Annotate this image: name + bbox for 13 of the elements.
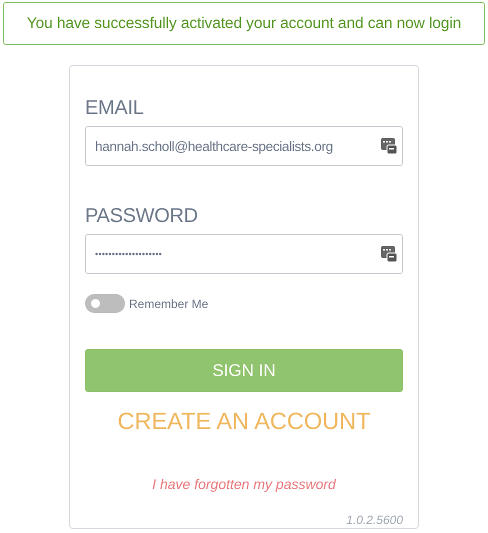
success-alert: You have successfully activated your account and can now login [3,2,485,45]
remember-label: Remember Me [129,296,208,312]
remember-toggle[interactable] [85,294,125,313]
keyboard-icon[interactable] [380,245,398,263]
sign-in-button[interactable]: SIGN IN [85,349,403,392]
create-account-link[interactable]: CREATE AN ACCOUNT [118,404,370,440]
keyboard-icon[interactable] [380,137,398,155]
password-field[interactable]: •••••••••••••••••••• [85,234,403,274]
field-label: EMAIL [85,96,145,120]
forgot-password-link[interactable]: I have forgotten my password [152,474,336,496]
field-label: PASSWORD [85,204,199,228]
version-text: 1.0.2.5600 [345,512,403,530]
email-field[interactable]: hannah.scholl@healthcare-specialists.org [85,126,403,166]
